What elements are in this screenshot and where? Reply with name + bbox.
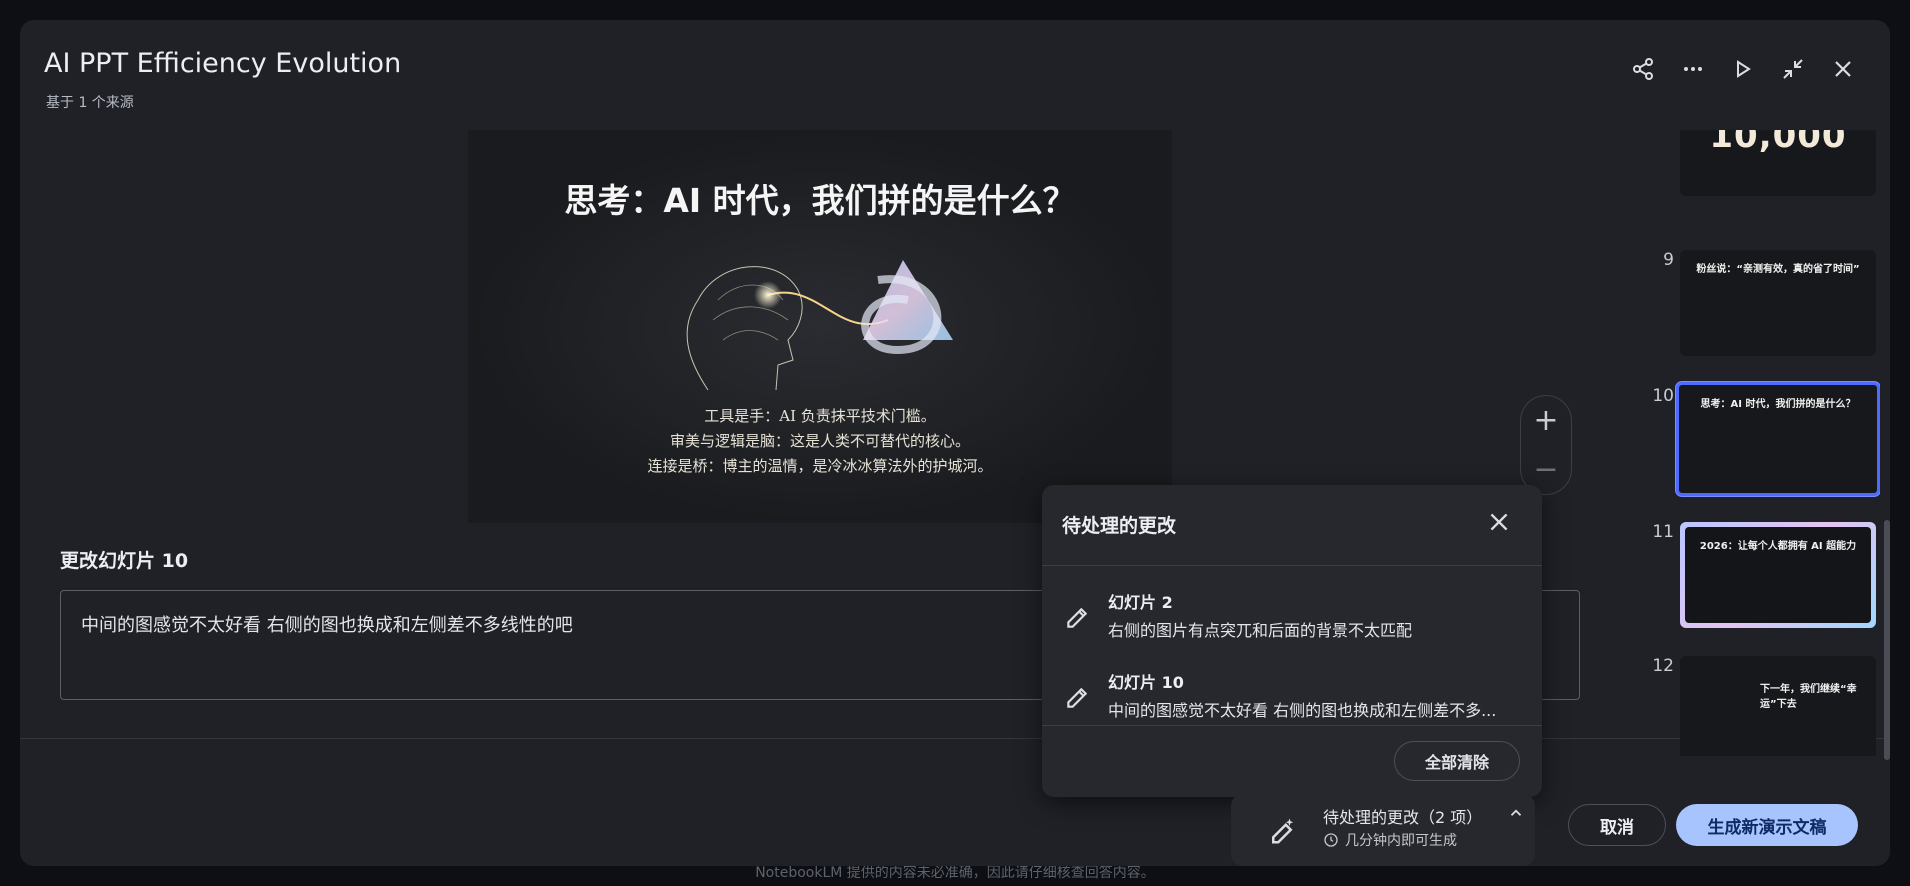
change-item-title: 幻灯片 10 bbox=[1108, 673, 1184, 692]
slide-line: 连接是桥：博主的温情，是冷冰冰算法外的护城河。 bbox=[647, 457, 993, 475]
slide-editor-dialog: AI PPT Efficiency Evolution 基于 1 个来源 思考：… bbox=[20, 20, 1890, 866]
thumbnail-row[interactable]: 9 粉丝说：“亲测有效，真的省了时间” bbox=[1620, 250, 1880, 360]
pending-eta: 几分钟内即可生成 bbox=[1323, 830, 1457, 850]
thumbnail-row-selected[interactable]: 10 思考：AI 时代，我们拼的是什么？ bbox=[1620, 382, 1880, 496]
close-button[interactable] bbox=[1824, 50, 1862, 88]
pending-change-item[interactable]: 幻灯片 2 右侧的图片有点突兀和后面的背景不太匹配 bbox=[1042, 581, 1542, 651]
page-title: AI PPT Efficiency Evolution bbox=[44, 48, 402, 79]
thumbnail-title: 粉丝说：“亲测有效，真的省了时间” bbox=[1696, 264, 1860, 275]
change-slide-label: 更改幻灯片 10 bbox=[60, 550, 189, 572]
pencil-icon bbox=[1067, 607, 1088, 628]
thumbnail-title: 下一年，我们继续“幸运”下去 bbox=[1760, 684, 1857, 710]
thumbnail-title: 2026：让每个人都拥有 AI 超能力 bbox=[1699, 541, 1857, 552]
source-count: 基于 1 个来源 bbox=[46, 95, 134, 111]
pending-changes-bar[interactable]: 待处理的更改（2 项） 几分钟内即可生成 bbox=[1231, 794, 1535, 866]
zoom-out-button[interactable]: − bbox=[1533, 454, 1558, 485]
zoom-controls: + − bbox=[1520, 395, 1572, 495]
thumbnail-scrollbar[interactable] bbox=[1884, 520, 1890, 760]
thumbnail-card[interactable]: 粉丝说：“亲测有效，真的省了时间” bbox=[1680, 250, 1876, 356]
clock-icon bbox=[1324, 833, 1338, 847]
chevron-up-icon[interactable] bbox=[1507, 804, 1525, 822]
play-icon bbox=[1737, 60, 1751, 78]
divider bbox=[1042, 725, 1542, 726]
cancel-button[interactable]: 取消 bbox=[1568, 804, 1666, 846]
thumbnail-number: 12 bbox=[1652, 656, 1674, 676]
slide-thumbnails: 10,000 9 粉丝说：“亲测有效，真的省了时间” 10 思考：AI 时代，我… bbox=[1620, 130, 1880, 756]
clear-all-button[interactable]: 全部清除 bbox=[1393, 741, 1520, 781]
change-item-desc: 右侧的图片有点突兀和后面的背景不太匹配 bbox=[1108, 621, 1413, 640]
thumbnail-card-selected[interactable]: 思考：AI 时代，我们拼的是什么？ bbox=[1676, 382, 1880, 496]
close-icon[interactable] bbox=[1486, 509, 1512, 535]
generate-presentation-button[interactable]: 生成新演示文稿 bbox=[1676, 804, 1858, 846]
thumbnail-card[interactable]: 下一年，我们继续“幸运”下去 bbox=[1680, 656, 1876, 756]
thumbnail-title: 思考：AI 时代，我们拼的是什么？ bbox=[1700, 399, 1856, 410]
brain-light-illustration bbox=[686, 260, 953, 391]
more-button[interactable] bbox=[1674, 50, 1712, 88]
slide-preview: 思考：AI 时代，我们拼的是什么？ 工具是手：AI 负责抹平技术门槛。 审美与逻… bbox=[468, 130, 1172, 523]
divider bbox=[1042, 565, 1542, 566]
thumbnail-title: 10,000 bbox=[1709, 130, 1847, 156]
pencil-icon bbox=[1067, 687, 1088, 708]
thumbnail-row[interactable]: 12 下一年，我们继续“幸运”下去 bbox=[1620, 656, 1880, 756]
magic-pen-icon bbox=[1272, 818, 1294, 844]
thumbnail-number: 10 bbox=[1652, 386, 1674, 406]
popover-title: 待处理的更改 bbox=[1062, 515, 1177, 537]
change-item-desc: 中间的图感觉不太好看 右侧的图也换成和左侧差不多... bbox=[1108, 701, 1497, 720]
slide-line: 审美与逻辑是脑：这是人类不可替代的核心。 bbox=[669, 432, 970, 450]
collapse-icon bbox=[1783, 59, 1803, 79]
divider bbox=[20, 738, 1890, 739]
zoom-in-button[interactable]: + bbox=[1533, 405, 1558, 436]
thumbnail-number: 11 bbox=[1652, 522, 1674, 542]
share-icon bbox=[1633, 58, 1653, 80]
play-button[interactable] bbox=[1724, 50, 1762, 88]
slide-body: 工具是手：AI 负责抹平技术门槛。 审美与逻辑是脑：这是人类不可替代的核心。 连… bbox=[468, 404, 1172, 479]
thumbnail-row[interactable]: 10,000 bbox=[1620, 130, 1880, 224]
pending-eta-text: 几分钟内即可生成 bbox=[1345, 833, 1457, 849]
thumbnail-inner: 2026：让每个人都拥有 AI 超能力 bbox=[1685, 527, 1871, 623]
share-button[interactable] bbox=[1624, 50, 1662, 88]
slide-title: 思考：AI 时代，我们拼的是什么？ bbox=[564, 181, 1076, 220]
pending-change-item[interactable]: 幻灯片 10 中间的图感觉不太好看 右侧的图也换成和左侧差不多... bbox=[1042, 661, 1542, 731]
thumbnail-card[interactable]: 2026：让每个人都拥有 AI 超能力 bbox=[1680, 522, 1876, 628]
change-item-title: 幻灯片 2 bbox=[1108, 593, 1173, 612]
thumbnail-number: 9 bbox=[1663, 250, 1674, 270]
header-actions bbox=[1624, 50, 1862, 88]
collapse-button[interactable] bbox=[1774, 50, 1812, 88]
more-icon bbox=[1684, 67, 1702, 71]
thumbnail-row[interactable]: 11 2026：让每个人都拥有 AI 超能力 bbox=[1620, 522, 1880, 632]
close-icon bbox=[1835, 61, 1851, 77]
thumbnail-card[interactable]: 10,000 bbox=[1680, 130, 1876, 196]
pending-count: 待处理的更改（2 项） bbox=[1323, 808, 1483, 827]
pending-changes-popover: 待处理的更改 幻灯片 2 右侧的图片有点突兀和后面的背景不太匹配 幻灯片 10 … bbox=[1042, 485, 1542, 797]
slide-line: 工具是手：AI 负责抹平技术门槛。 bbox=[704, 407, 936, 425]
